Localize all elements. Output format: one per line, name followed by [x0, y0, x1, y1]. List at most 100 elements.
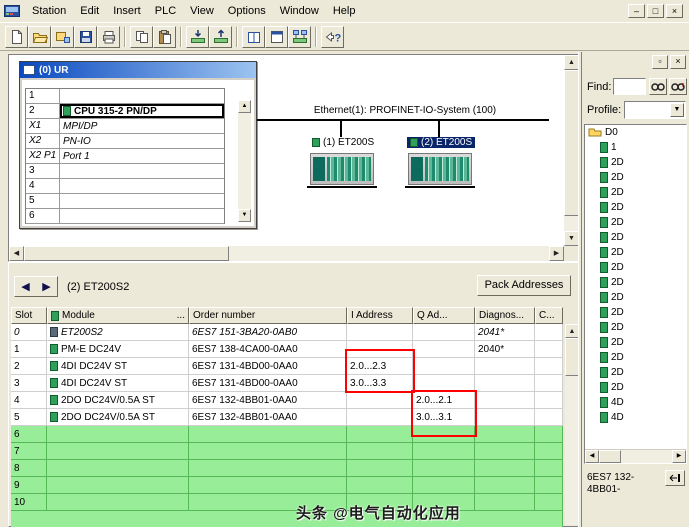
arrange-windows-button[interactable] [265, 25, 288, 48]
rack-row[interactable]: X2 P1 Port 1 [26, 149, 224, 164]
device-et200s-2[interactable]: (2) ET200S [405, 137, 479, 188]
menu-window[interactable]: Window [273, 1, 326, 21]
tree-item[interactable]: 4D [585, 395, 686, 410]
rack-row[interactable]: 5 [26, 194, 224, 209]
detail-table-row[interactable]: 0 ET200S2 6ES7 151-3BA20-0AB0 2041* [11, 324, 563, 341]
menu-options[interactable]: Options [221, 1, 273, 21]
station-canvas[interactable]: (0) UR 1 2 CPU 315-2 PN/DP X1 MPI/DP X2 PN-IO X… [9, 55, 564, 246]
rack-row[interactable]: X2 PN-IO [26, 134, 224, 149]
menu-insert[interactable]: Insert [106, 1, 148, 21]
tree-item[interactable]: 2D [585, 275, 686, 290]
upper-vertical-scrollbar[interactable]: ▲ ▼ [564, 55, 579, 246]
scroll-up-icon[interactable]: ▲ [565, 324, 579, 338]
scroll-down-icon[interactable]: ▼ [238, 209, 251, 222]
open-button[interactable] [28, 25, 51, 48]
column-header-slot[interactable]: Slot [11, 307, 47, 324]
pack-addresses-button[interactable]: Pack Addresses [477, 275, 571, 296]
device-1-image[interactable] [307, 153, 377, 188]
detail-table-row[interactable]: 1 PM-E DC24V 6ES7 138-4CA00-0AA0 2040* [11, 341, 563, 358]
tree-item[interactable]: 4D [585, 410, 686, 425]
catalog-button[interactable] [242, 25, 265, 48]
device-et200s-1[interactable]: (1) ET200S [307, 137, 381, 188]
scroll-thumb[interactable] [564, 70, 579, 216]
find-input[interactable] [613, 78, 646, 95]
scroll-right-icon[interactable]: ▶ [672, 450, 686, 463]
previous-device-button[interactable]: ◀ [15, 277, 36, 296]
tree-folder-do[interactable]: D0 [585, 125, 686, 140]
rack-row[interactable]: 1 [26, 89, 224, 104]
next-device-button[interactable]: ▶ [36, 277, 57, 296]
scroll-right-icon[interactable]: ▶ [549, 246, 564, 261]
detail-table-row[interactable]: 4 2DO DC24V/0.5A ST 6ES7 132-4BB01-0AA0 2.0… [11, 392, 563, 409]
column-header-comment[interactable]: C... [535, 307, 563, 324]
scroll-down-icon[interactable]: ▼ [564, 231, 579, 246]
device-1-label[interactable]: (1) ET200S [309, 137, 378, 148]
rack-row[interactable]: 3 [26, 164, 224, 179]
tree-item[interactable]: 2D [585, 335, 686, 350]
detail-table-row[interactable]: 3 4DI DC24V ST 6ES7 131-4BD00-0AA0 3.0...3.… [11, 375, 563, 392]
scroll-thumb[interactable] [565, 338, 579, 376]
scroll-up-icon[interactable]: ▲ [238, 100, 251, 113]
tree-item[interactable]: 2D [585, 365, 686, 380]
tree-horizontal-scrollbar[interactable]: ◀ ▶ [585, 449, 686, 463]
download-button[interactable] [186, 25, 209, 48]
footer-tool-button[interactable] [665, 470, 685, 486]
float-window-icon[interactable]: ▫ [652, 55, 668, 69]
upload-button[interactable] [209, 25, 232, 48]
find-next-button[interactable] [669, 78, 687, 95]
menu-view[interactable]: View [183, 1, 221, 21]
new-button[interactable] [5, 25, 28, 48]
detail-table-row[interactable]: 8 [11, 460, 563, 477]
tree-item[interactable]: 2D [585, 200, 686, 215]
scroll-left-icon[interactable]: ◀ [585, 450, 599, 463]
menu-station[interactable]: Station [25, 1, 73, 21]
minimize-button[interactable]: – [628, 4, 645, 18]
find-button[interactable] [649, 78, 667, 95]
tree-item[interactable]: 2D [585, 305, 686, 320]
tree-item[interactable]: 2D [585, 215, 686, 230]
rack-row[interactable]: 2 CPU 315-2 PN/DP [26, 104, 224, 119]
rack-row[interactable]: 4 [26, 179, 224, 194]
detail-table-row[interactable]: 5 2DO DC24V/0.5A ST 6ES7 132-4BB01-0AA0 3.0… [11, 409, 563, 426]
tree-item[interactable]: 2D [585, 350, 686, 365]
column-header-module[interactable]: Module... [47, 307, 189, 324]
tree-item[interactable]: 2D [585, 260, 686, 275]
column-header-order-number[interactable]: Order number [189, 307, 347, 324]
paste-button[interactable] [153, 25, 176, 48]
scroll-up-icon[interactable]: ▲ [564, 55, 579, 70]
rack-title-bar[interactable]: (0) UR [20, 62, 256, 78]
tree-item[interactable]: 2D [585, 155, 686, 170]
device-2-label[interactable]: (2) ET200S [407, 137, 476, 148]
detail-table-row[interactable]: 2 4DI DC24V ST 6ES7 131-4BD00-0AA0 2.0...2.… [11, 358, 563, 375]
menu-plc[interactable]: PLC [148, 1, 183, 21]
detail-table-row[interactable]: 10 [11, 494, 563, 511]
column-header-diagnostics[interactable]: Diagnos... [475, 307, 535, 324]
profile-dropdown[interactable]: ▼ [624, 101, 686, 119]
print-button[interactable] [97, 25, 120, 48]
copy-button[interactable] [130, 25, 153, 48]
tree-item[interactable]: 2D [585, 230, 686, 245]
rack-row[interactable]: X1 MPI/DP [26, 119, 224, 134]
tree-item[interactable]: 2D [585, 380, 686, 395]
close-button[interactable]: × [666, 4, 683, 18]
open-online-button[interactable] [51, 25, 74, 48]
device-2-image[interactable] [405, 153, 475, 188]
scroll-left-icon[interactable]: ◀ [9, 246, 24, 261]
scroll-thumb[interactable] [24, 246, 229, 261]
tree-item[interactable]: 1 [585, 140, 686, 155]
help-button[interactable]: ? [321, 25, 344, 48]
chevron-down-icon[interactable]: ▼ [670, 103, 684, 117]
column-header-q-address[interactable]: Q Ad... [413, 307, 475, 324]
tree-item[interactable]: 2D [585, 170, 686, 185]
upper-horizontal-scrollbar[interactable]: ◀ ▶ [9, 246, 564, 261]
tree-item[interactable]: 2D [585, 290, 686, 305]
detail-table-row[interactable]: 7 [11, 443, 563, 460]
profinet-bus-line[interactable] [257, 119, 549, 121]
restore-button[interactable]: □ [647, 4, 664, 18]
scroll-thumb[interactable] [599, 450, 621, 463]
detail-vertical-scrollbar[interactable]: ▲ [565, 324, 579, 525]
column-header-i-address[interactable]: I Address [347, 307, 413, 324]
menu-help[interactable]: Help [326, 1, 363, 21]
tree-item[interactable]: 2D [585, 320, 686, 335]
rack-window[interactable]: (0) UR 1 2 CPU 315-2 PN/DP X1 MPI/DP X2 PN-IO X… [19, 61, 257, 229]
